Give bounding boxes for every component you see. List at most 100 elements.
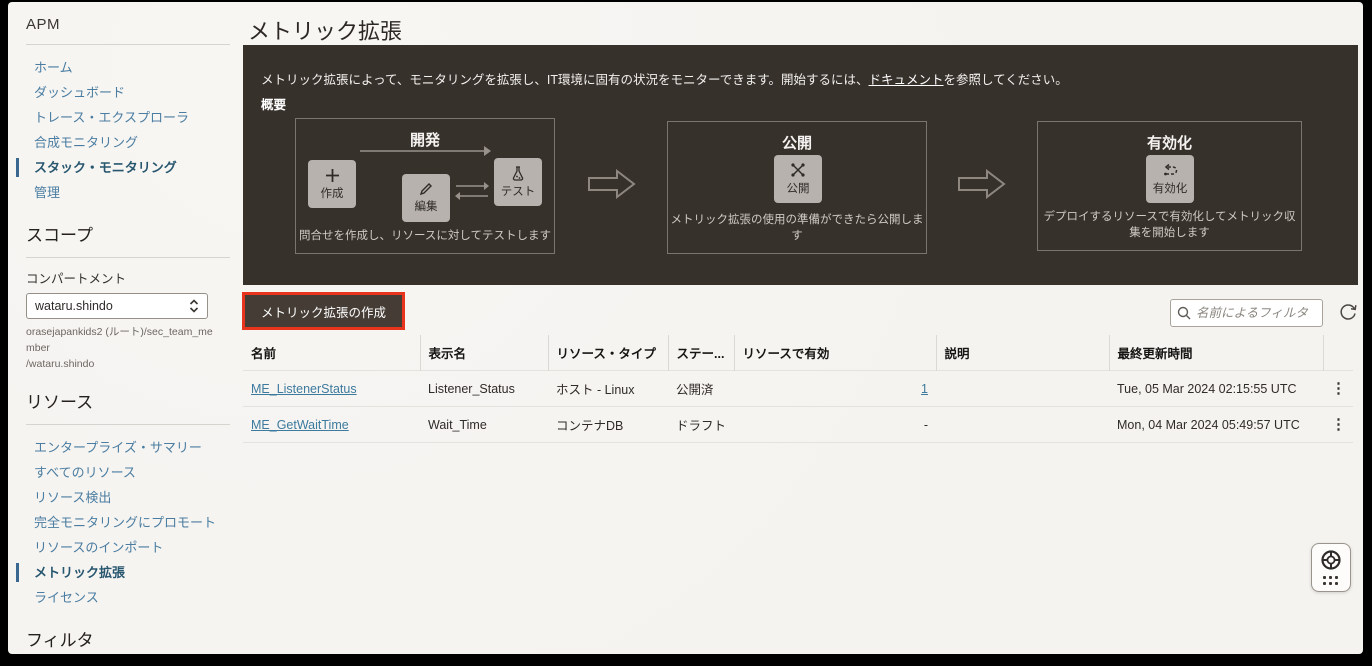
col-header-last-updated: 最終更新時間 (1109, 335, 1323, 371)
sidebar: APM ホーム ダッシュボード トレース・エクスプローラ 合成モニタリング スタ… (8, 2, 238, 654)
pencil-icon (419, 182, 433, 196)
banner-intro-suffix: を参照してください。 (944, 73, 1068, 87)
help-lifering-icon[interactable] (1320, 549, 1342, 571)
cell-status: 公開済 (668, 371, 734, 407)
divider (26, 257, 230, 258)
help-widget (1311, 543, 1351, 592)
page-title: メトリック拡張 (248, 14, 402, 46)
sidebar-item-all-resources[interactable]: すべてのリソース (26, 460, 238, 485)
sidebar-item-dashboard[interactable]: ダッシュボード (26, 80, 238, 105)
test-stage-button[interactable]: テスト (494, 158, 542, 206)
sidebar-item-import-resources[interactable]: リソースのインポート (26, 535, 238, 560)
cell-last-updated: Mon, 04 Mar 2024 05:49:57 UTC (1109, 407, 1323, 443)
create-stage-label: 作成 (321, 185, 344, 201)
stage-publish-title: 公開 (668, 132, 926, 153)
col-header-name: 名前 (243, 335, 420, 371)
sidebar-item-promote-full-monitoring[interactable]: 完全モニタリングにプロモート (26, 510, 238, 535)
create-stage-button[interactable]: 作成 (308, 160, 356, 208)
cell-last-updated: Tue, 05 Mar 2024 02:15:55 UTC (1109, 371, 1323, 407)
app-window: APM ホーム ダッシュボード トレース・エクスプローラ 合成モニタリング スタ… (8, 2, 1363, 654)
cell-description (936, 371, 1109, 407)
banner-intro-prefix: メトリック拡張によって、モニタリングを拡張し、IT環境に固有の状況をモニターでき… (261, 73, 869, 87)
stage-publish-caption: メトリック拡張の使用の準備ができたら公開します (668, 211, 926, 243)
name-filter-field[interactable] (1170, 299, 1323, 327)
sidebar-item-administration[interactable]: 管理 (26, 180, 238, 205)
cell-resource-type: ホスト - Linux (548, 371, 668, 407)
stage-develop-caption: 問合せを作成し、リソースに対してテストします (296, 227, 554, 243)
col-header-actions (1323, 335, 1353, 371)
divider (26, 424, 230, 425)
enable-loop-icon (1162, 163, 1179, 178)
compartment-value: wataru.shindo (35, 299, 113, 313)
sidebar-item-enterprise-summary[interactable]: エンタープライズ・サマリー (26, 435, 238, 460)
cell-enabled-on-resources: - (734, 407, 936, 443)
stage-flow-arrow-icon (957, 169, 1007, 199)
banner-intro: メトリック拡張によって、モニタリングを拡張し、IT環境に固有の状況をモニターでき… (261, 69, 1068, 88)
sidebar-item-licenses[interactable]: ライセンス (26, 585, 238, 610)
chevron-updown-icon (189, 299, 199, 313)
metric-extension-link[interactable]: ME_GetWaitTime (251, 418, 349, 432)
metric-extension-link[interactable]: ME_ListenerStatus (251, 382, 357, 396)
search-icon (1177, 306, 1191, 320)
test-stage-label: テスト (501, 183, 536, 199)
overview-label: 概要 (261, 94, 286, 113)
compartment-select[interactable]: wataru.shindo (26, 293, 208, 319)
overview-banner: メトリック拡張によって、モニタリングを拡張し、IT環境に固有の状況をモニターでき… (243, 45, 1358, 285)
refresh-icon (1339, 302, 1358, 321)
compartment-path-line1: orasejapankids2 (ルート)/sec_team_member (26, 325, 216, 357)
stage-publish: 公開 公開 メトリック拡張の使用の準備ができたら公開します (667, 121, 927, 254)
col-header-description: 説明 (936, 335, 1109, 371)
scope-heading: スコープ (26, 221, 238, 246)
publish-icon (790, 162, 806, 178)
row-actions-menu-button[interactable]: ⋮ (1331, 420, 1346, 430)
enable-stage-button[interactable]: 有効化 (1146, 155, 1194, 203)
sidebar-item-trace-explorer[interactable]: トレース・エクスプローラ (26, 105, 238, 130)
cell-description (936, 407, 1109, 443)
arrow-right-icon (360, 145, 492, 157)
app-launcher-dots-icon[interactable] (1323, 576, 1339, 586)
stage-develop: 開発 作成 (295, 118, 555, 254)
stage-enable-title: 有効化 (1038, 132, 1301, 153)
col-header-status: ステー... (668, 335, 734, 371)
publish-stage-label: 公開 (787, 180, 810, 196)
filter-heading: フィルタ (26, 626, 238, 651)
table-row: ME_ListenerStatus Listener_Status ホスト - … (243, 371, 1353, 407)
resources-heading: リソース (26, 388, 238, 413)
app-title: APM (26, 16, 238, 33)
col-header-display-name: 表示名 (420, 335, 548, 371)
create-metric-extension-button[interactable]: メトリック拡張の作成 (245, 295, 402, 327)
sidebar-item-stack-monitoring[interactable]: スタック・モニタリング (26, 155, 238, 180)
refresh-button[interactable] (1334, 299, 1362, 327)
stage-flow-arrow-icon (587, 169, 637, 199)
sidebar-item-resource-discovery[interactable]: リソース検出 (26, 485, 238, 510)
col-header-enabled-on-resources: リソースで有効 (734, 335, 936, 371)
row-actions-menu-button[interactable]: ⋮ (1331, 384, 1346, 394)
flask-icon (511, 166, 525, 181)
apm-nav: ホーム ダッシュボード トレース・エクスプローラ 合成モニタリング スタック・モ… (26, 55, 238, 205)
col-header-resource-type: リソース・タイプ (548, 335, 668, 371)
metric-extensions-table: 名前 表示名 リソース・タイプ ステー... リソースで有効 説明 最終更新時間… (243, 335, 1353, 443)
sidebar-item-metric-extensions[interactable]: メトリック拡張 (26, 560, 238, 585)
edit-stage-label: 編集 (415, 198, 438, 214)
table-row: ME_GetWaitTime Wait_Time コンテナDB ドラフト - M… (243, 407, 1353, 443)
table-header-row: 名前 表示名 リソース・タイプ ステー... リソースで有効 説明 最終更新時間 (243, 335, 1353, 371)
documentation-link[interactable]: ドキュメント (869, 73, 944, 87)
name-filter-input[interactable] (1196, 306, 1314, 320)
edit-stage-button[interactable]: 編集 (402, 174, 450, 222)
publish-stage-button[interactable]: 公開 (774, 155, 822, 203)
enabled-resources-count-link[interactable]: 1 (921, 382, 928, 396)
double-arrow-icon (454, 181, 490, 201)
cell-resource-type: コンテナDB (548, 407, 668, 443)
cell-display-name: Listener_Status (420, 371, 548, 407)
compartment-path-line2: /wataru.shindo (26, 357, 216, 373)
main-content: メトリック拡張 メトリック拡張によって、モニタリングを拡張し、IT環境に固有の状… (241, 2, 1358, 654)
cell-status: ドラフト (668, 407, 734, 443)
compartment-label: コンパートメント (26, 268, 238, 287)
stage-enable-caption: デプロイするリソースで有効化してメトリック収集を開始します (1038, 208, 1301, 240)
sidebar-item-synthetic-monitoring[interactable]: 合成モニタリング (26, 130, 238, 155)
compartment-path: orasejapankids2 (ルート)/sec_team_member /w… (26, 325, 216, 372)
divider (26, 44, 230, 45)
stage-enable: 有効化 有効化 デプロイするリソースで有効化してメトリック収集を開始します (1037, 121, 1302, 251)
sidebar-item-home[interactable]: ホーム (26, 55, 238, 80)
cell-display-name: Wait_Time (420, 407, 548, 443)
